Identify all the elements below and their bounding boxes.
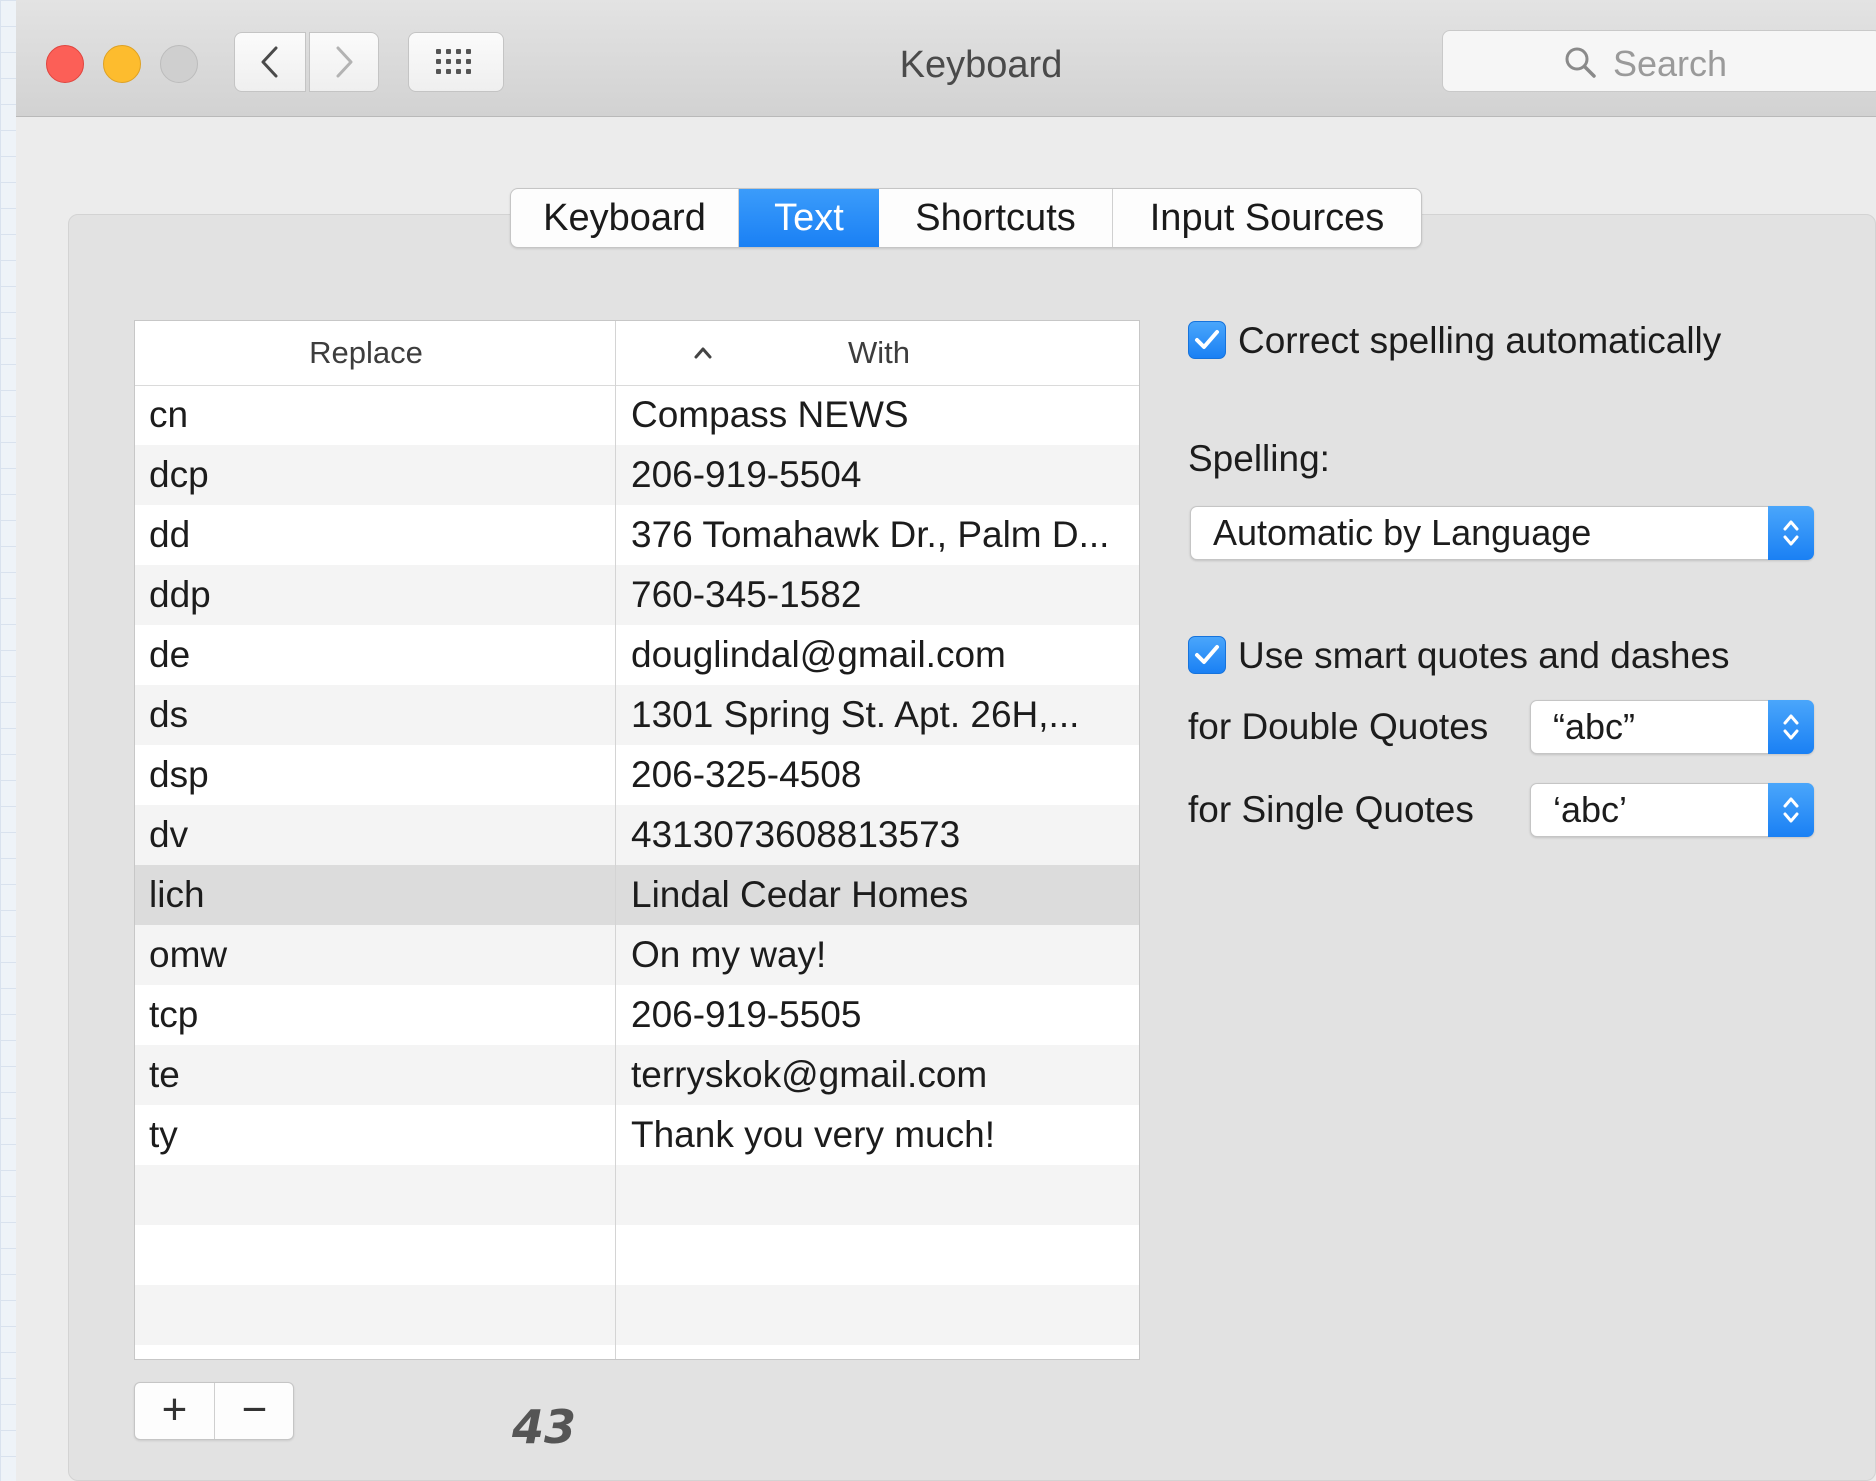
with-cell: 376 Tomahawk Dr., Palm D... <box>631 514 1110 555</box>
correct-spelling-checkbox[interactable] <box>1188 321 1226 359</box>
smart-quotes-label: Use smart quotes and dashes <box>1238 635 1730 676</box>
replace-cell: dsp <box>149 754 209 795</box>
replace-cell: cn <box>149 394 189 435</box>
text-replacement-table[interactable]: Replace With cn Compass NEWS dcp 206-919-55… <box>134 320 1140 1360</box>
smart-quotes-checkbox[interactable] <box>1188 636 1226 674</box>
empty-table-row <box>135 1165 1139 1225</box>
replace-cell: de <box>149 634 191 675</box>
replace-cell: ty <box>149 1114 178 1155</box>
with-cell: 1301 Spring St. Apt. 26H,... <box>631 694 1080 735</box>
replace-cell: te <box>149 1054 180 1095</box>
column-header-with[interactable]: With <box>617 321 1139 385</box>
with-cell: On my way! <box>631 934 827 975</box>
table-row[interactable]: ddp 760-345-1582 <box>135 565 1139 625</box>
column-divider <box>615 321 616 1359</box>
search-field[interactable]: Search <box>1442 30 1876 92</box>
single-quotes-label: for Single Quotes <box>1188 789 1474 830</box>
with-cell: 4313073608813573 <box>631 814 961 855</box>
title-bar: Keyboard Search <box>16 0 1876 117</box>
with-cell: Thank you very much! <box>631 1114 995 1155</box>
search-icon <box>1565 47 1596 78</box>
replace-cell: omw <box>149 934 228 975</box>
spelling-label: Spelling: <box>1188 438 1330 479</box>
replace-cell: dd <box>149 514 191 555</box>
single-quotes-value: ‘abc’ <box>1553 789 1628 830</box>
replace-cell: dcp <box>149 454 209 495</box>
table-row[interactable]: cn Compass NEWS <box>135 385 1139 445</box>
table-row[interactable]: te terryskok@gmail.com <box>135 1045 1139 1105</box>
empty-table-row <box>135 1285 1139 1345</box>
with-cell: douglindal@gmail.com <box>631 634 1006 675</box>
correct-spelling-label: Correct spelling automatically <box>1238 320 1722 361</box>
remove-button[interactable]: − <box>215 1383 294 1439</box>
add-button[interactable]: + <box>135 1383 215 1439</box>
double-quotes-value: “abc” <box>1553 706 1636 747</box>
single-quotes-select[interactable]: ‘abc’ <box>1530 783 1814 837</box>
updown-arrows-icon <box>1768 700 1814 754</box>
table-row[interactable]: ds 1301 Spring St. Apt. 26H,... <box>135 685 1139 745</box>
search-placeholder: Search <box>1613 43 1728 84</box>
with-cell: Compass NEWS <box>631 394 909 435</box>
with-cell: 206-919-5504 <box>631 454 862 495</box>
with-cell: terryskok@gmail.com <box>631 1054 988 1095</box>
checkmark-icon <box>1195 330 1219 349</box>
with-cell: 206-919-5505 <box>631 994 862 1035</box>
table-row[interactable]: ty Thank you very much! <box>135 1105 1139 1165</box>
table-row[interactable]: de douglindal@gmail.com <box>135 625 1139 685</box>
table-row[interactable]: dv 4313073608813573 <box>135 805 1139 865</box>
tab-shortcuts[interactable]: Shortcuts <box>879 189 1113 247</box>
spelling-language-select[interactable]: Automatic by Language <box>1190 506 1814 560</box>
with-cell: 206-325-4508 <box>631 754 862 795</box>
preferences-window: Keyboard Search Keyboard Text Shortcuts … <box>16 0 1876 1481</box>
table-row[interactable]: dd 376 Tomahawk Dr., Palm D... <box>135 505 1139 565</box>
table-row[interactable]: lich Lindal Cedar Homes <box>135 865 1139 925</box>
tab-bar: Keyboard Text Shortcuts Input Sources <box>510 188 1422 248</box>
spelling-language-value: Automatic by Language <box>1213 512 1592 553</box>
table-row[interactable]: tcp 206-919-5505 <box>135 985 1139 1045</box>
add-remove-control: + − <box>134 1382 294 1440</box>
replace-cell: ddp <box>149 574 211 615</box>
table-header: Replace With <box>135 321 1139 386</box>
replace-cell: dv <box>149 814 189 855</box>
column-header-replace[interactable]: Replace <box>135 321 597 385</box>
tab-text[interactable]: Text <box>739 189 879 247</box>
with-cell: 760-345-1582 <box>631 574 862 615</box>
table-row[interactable]: omw On my way! <box>135 925 1139 985</box>
replace-cell: lich <box>149 874 205 915</box>
tab-input-sources[interactable]: Input Sources <box>1113 189 1421 247</box>
with-cell: Lindal Cedar Homes <box>631 874 969 915</box>
replace-cell: tcp <box>149 994 199 1035</box>
replace-cell: ds <box>149 694 189 735</box>
table-body: cn Compass NEWS dcp 206-919-5504 dd 376 Tomah… <box>135 385 1139 1345</box>
double-quotes-label: for Double Quotes <box>1188 706 1489 747</box>
page-number: 43 <box>512 1400 577 1454</box>
tab-keyboard[interactable]: Keyboard <box>511 189 739 247</box>
double-quotes-select[interactable]: “abc” <box>1530 700 1814 754</box>
checkmark-icon <box>1195 645 1219 664</box>
empty-table-row <box>135 1225 1139 1285</box>
table-row[interactable]: dsp 206-325-4508 <box>135 745 1139 805</box>
updown-arrows-icon <box>1768 783 1814 837</box>
updown-arrows-icon <box>1768 506 1814 560</box>
table-row[interactable]: dcp 206-919-5504 <box>135 445 1139 505</box>
